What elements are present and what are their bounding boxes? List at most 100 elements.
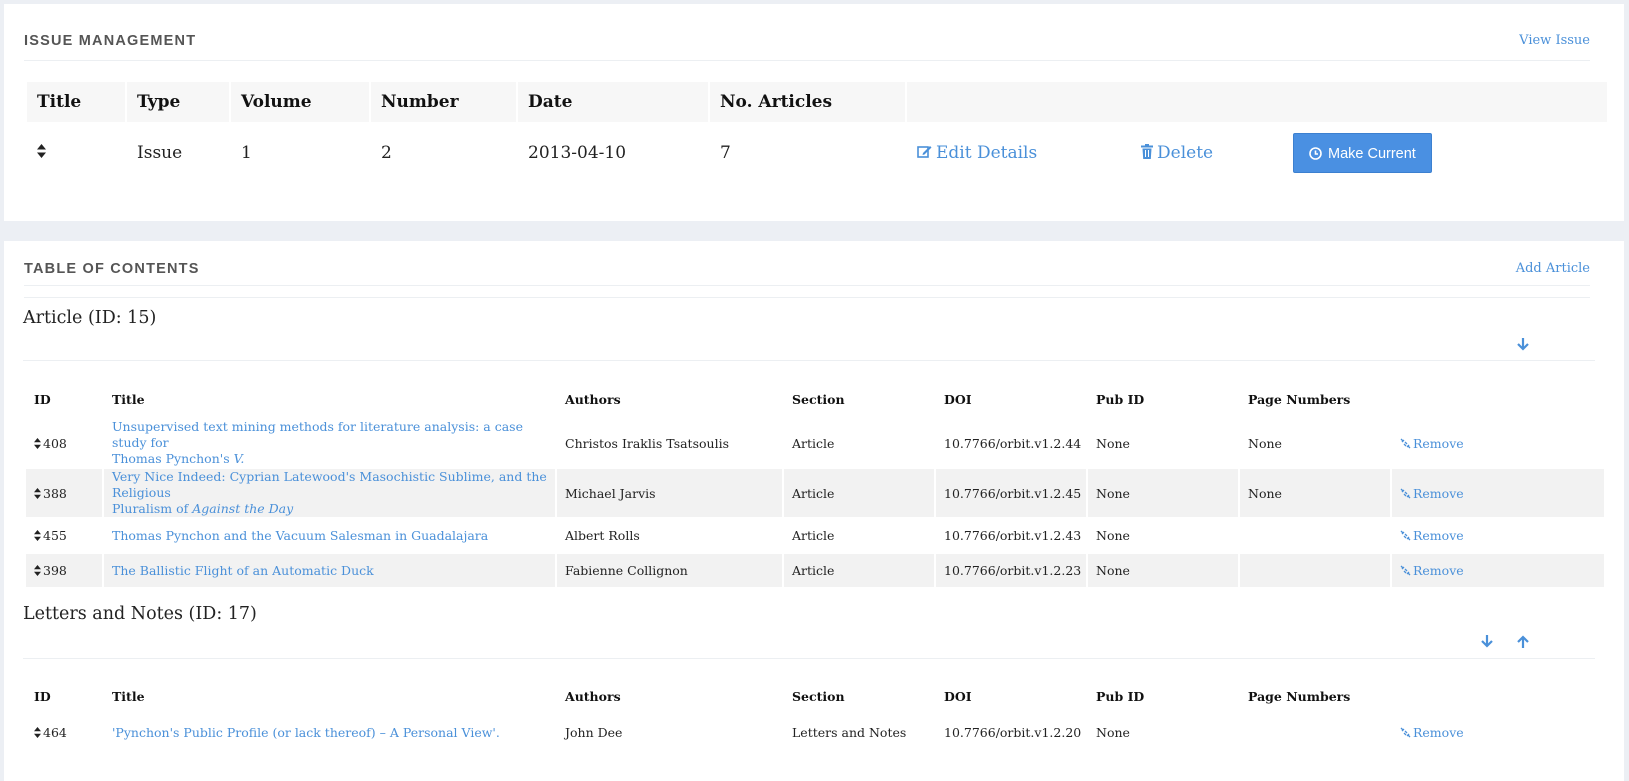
row-doi: 10.7766/orbit.v1.2.44 xyxy=(944,435,1082,451)
table-row: 464 'Pynchon's Public Profile (or lack t… xyxy=(26,716,1604,749)
col-authors: Authors xyxy=(565,688,621,704)
row-section: Letters and Notes xyxy=(792,725,907,740)
row-section: Article xyxy=(784,554,934,587)
row-id[interactable]: 398 xyxy=(26,554,102,587)
remove-link[interactable]: Remove xyxy=(1400,436,1464,451)
table-row: 455 Thomas Pynchon and the Vacuum Salesm… xyxy=(26,519,1604,552)
col-remove xyxy=(1392,381,1604,417)
table-row: 408 Unsupervised text mining methods for… xyxy=(26,419,1604,467)
arrow-down-icon[interactable] xyxy=(1517,338,1529,351)
make-current-cell: Make Current xyxy=(1283,124,1607,182)
row-remove: Remove xyxy=(1392,469,1604,517)
edit-cell: Edit Details xyxy=(907,124,1129,182)
remove-link[interactable]: Remove xyxy=(1400,563,1464,578)
table-of-contents-panel: TABLE OF CONTENTS Add Article Article (I… xyxy=(4,241,1624,781)
issue-panel-header: ISSUE MANAGEMENT View Issue xyxy=(24,4,1590,61)
col-title: Title xyxy=(112,688,145,704)
section-heading-letters: Letters and Notes (ID: 17) xyxy=(23,604,257,624)
table-row: 388 Very Nice Indeed: Cyprian Latewood's… xyxy=(26,469,1604,517)
row-pub-id: None xyxy=(1088,554,1238,587)
col-remove xyxy=(1392,678,1604,714)
toc-table-header: ID Title Authors Section DOI Pub ID Page… xyxy=(26,678,1604,714)
col-type: Type xyxy=(127,82,229,122)
delete-label: Delete xyxy=(1157,143,1214,163)
article-title-link[interactable]: The Ballistic Flight of an Automatic Duc… xyxy=(112,563,374,578)
article-title-link[interactable]: Unsupervised text mining methods for lit… xyxy=(112,419,523,466)
sort-icon[interactable] xyxy=(34,727,41,738)
article-title-link[interactable]: Thomas Pynchon and the Vacuum Salesman i… xyxy=(112,528,488,543)
row-id[interactable]: 408 xyxy=(26,419,102,467)
col-authors: Authors xyxy=(565,391,621,407)
issue-management-panel: ISSUE MANAGEMENT View Issue Title Type V… xyxy=(4,4,1624,221)
col-actions xyxy=(907,82,1607,122)
col-articles: No. Articles xyxy=(710,82,905,122)
row-id-value: 455 xyxy=(43,528,67,543)
row-pub-id: None xyxy=(1088,469,1238,517)
section-heading-article: Article (ID: 15) xyxy=(23,308,157,328)
sort-icon[interactable] xyxy=(34,565,41,576)
view-issue-link[interactable]: View Issue xyxy=(1519,33,1590,48)
title-line2: Thomas Pynchon's xyxy=(112,451,234,466)
remove-link[interactable]: Remove xyxy=(1400,725,1464,740)
row-pages: None xyxy=(1248,435,1282,451)
issue-article-count: 7 xyxy=(720,143,731,163)
title-italic: Against the Day xyxy=(192,501,294,516)
row-section: Article xyxy=(792,435,835,451)
row-remove: Remove xyxy=(1392,519,1604,552)
row-id-value: 408 xyxy=(43,435,67,451)
unlink-icon xyxy=(1400,565,1411,576)
row-id-value: 388 xyxy=(43,485,67,501)
arrow-up-icon[interactable] xyxy=(1517,635,1529,648)
arrow-down-icon[interactable] xyxy=(1481,635,1493,648)
issue-sort-cell[interactable] xyxy=(27,124,125,182)
title-line1: Unsupervised text mining methods for lit… xyxy=(112,419,523,450)
toc-table-letters: ID Title Authors Section DOI Pub ID Page… xyxy=(24,676,1606,751)
row-pub-id: None xyxy=(1096,435,1130,451)
add-article-link[interactable]: Add Article xyxy=(1516,261,1590,276)
delete-link[interactable]: Delete xyxy=(1141,143,1213,163)
row-pages xyxy=(1240,716,1390,749)
col-date: Date xyxy=(518,82,708,122)
row-id[interactable]: 455 xyxy=(26,519,102,552)
edit-details-label: Edit Details xyxy=(936,143,1038,163)
row-authors: John Dee xyxy=(565,725,623,740)
edit-details-link[interactable]: Edit Details xyxy=(917,143,1037,163)
remove-link[interactable]: Remove xyxy=(1400,528,1464,543)
row-id-value: 398 xyxy=(43,563,67,578)
section-divider xyxy=(23,658,1595,659)
row-remove: Remove xyxy=(1392,554,1604,587)
sort-icon[interactable] xyxy=(34,530,41,541)
row-id[interactable]: 464 xyxy=(26,716,102,749)
make-current-button[interactable]: Make Current xyxy=(1293,133,1432,173)
toc-table-article: ID Title Authors Section DOI Pub ID Page… xyxy=(24,379,1606,589)
article-title-link[interactable]: 'Pynchon's Public Profile (or lack there… xyxy=(112,725,500,740)
col-id: ID xyxy=(34,391,51,407)
col-title: Title xyxy=(27,82,125,122)
title-italic: V. xyxy=(233,451,245,466)
article-title-link[interactable]: Very Nice Indeed: Cyprian Latewood's Mas… xyxy=(112,469,547,516)
table-row: 398 The Ballistic Flight of an Automatic… xyxy=(26,554,1604,587)
col-page-numbers: Page Numbers xyxy=(1248,391,1351,407)
row-pub-id: None xyxy=(1096,528,1130,543)
row-title: 'Pynchon's Public Profile (or lack there… xyxy=(104,716,555,749)
row-doi: 10.7766/orbit.v1.2.43 xyxy=(944,528,1082,543)
row-id-value: 464 xyxy=(43,725,67,740)
col-pub-id: Pub ID xyxy=(1096,391,1145,407)
row-authors: Fabienne Collignon xyxy=(557,554,782,587)
remove-link[interactable]: Remove xyxy=(1400,486,1464,501)
row-id[interactable]: 388 xyxy=(26,469,102,517)
row-pages xyxy=(1240,519,1390,552)
toc-header-divider xyxy=(24,285,1590,286)
clock-icon xyxy=(1309,147,1322,160)
row-doi: 10.7766/orbit.v1.2.20 xyxy=(944,725,1082,740)
sort-icon[interactable] xyxy=(37,144,46,158)
sort-icon[interactable] xyxy=(34,487,41,499)
row-title: The Ballistic Flight of an Automatic Duc… xyxy=(104,554,555,587)
toc-table-header: ID Title Authors Section DOI Pub ID Page… xyxy=(26,381,1604,417)
remove-label: Remove xyxy=(1413,725,1464,740)
unlink-icon xyxy=(1400,438,1411,448)
row-pub-id: None xyxy=(1096,725,1130,740)
sort-icon[interactable] xyxy=(34,437,41,449)
make-current-label: Make Current xyxy=(1328,146,1416,162)
issue-row: Issue 1 2 2013-04-10 7 Edit Details Dele… xyxy=(27,124,1607,182)
